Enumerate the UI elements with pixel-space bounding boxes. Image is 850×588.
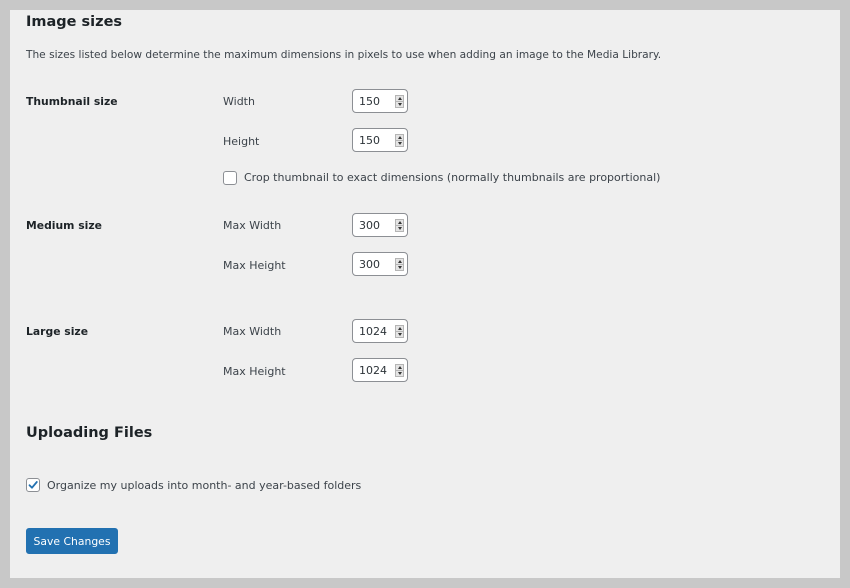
crop-thumbnail-label[interactable]: Crop thumbnail to exact dimensions (norm…: [244, 171, 660, 184]
thumbnail-width-input[interactable]: 150: [352, 89, 408, 113]
large-size-label: Large size: [26, 325, 89, 338]
spinner-icon[interactable]: [395, 134, 404, 147]
spinner-icon[interactable]: [395, 325, 404, 338]
thumbnail-height-input[interactable]: 150: [352, 128, 408, 152]
organize-uploads-label[interactable]: Organize my uploads into month- and year…: [47, 479, 361, 492]
medium-height-input[interactable]: 300: [352, 252, 408, 276]
spinner-icon[interactable]: [395, 219, 404, 232]
thumbnail-width-value: 150: [359, 95, 380, 108]
settings-panel: Image sizes The sizes listed below deter…: [10, 10, 840, 578]
large-height-input[interactable]: 1024: [352, 358, 408, 382]
large-width-value: 1024: [359, 325, 387, 338]
thumbnail-width-label: Width: [223, 95, 255, 108]
thumbnail-height-value: 150: [359, 134, 380, 147]
checkmark-icon: [28, 481, 38, 489]
medium-width-input[interactable]: 300: [352, 213, 408, 237]
spinner-icon[interactable]: [395, 364, 404, 377]
spinner-icon[interactable]: [395, 258, 404, 271]
medium-size-label: Medium size: [26, 219, 102, 232]
large-width-label: Max Width: [223, 325, 282, 338]
uploading-files-heading: Uploading Files: [26, 425, 153, 441]
large-width-input[interactable]: 1024: [352, 319, 408, 343]
spinner-icon[interactable]: [395, 95, 404, 108]
large-height-label: Max Height: [223, 365, 286, 378]
large-height-value: 1024: [359, 364, 387, 377]
image-sizes-description: The sizes listed below determine the max…: [26, 49, 662, 61]
medium-height-label: Max Height: [223, 259, 286, 272]
medium-height-value: 300: [359, 258, 380, 271]
thumbnail-size-label: Thumbnail size: [26, 95, 118, 108]
medium-width-value: 300: [359, 219, 380, 232]
crop-thumbnail-checkbox[interactable]: [223, 171, 237, 185]
save-changes-button[interactable]: Save Changes: [26, 528, 118, 554]
medium-width-label: Max Width: [223, 219, 282, 232]
thumbnail-height-label: Height: [223, 135, 260, 148]
organize-uploads-checkbox[interactable]: [26, 478, 40, 492]
image-sizes-heading: Image sizes: [26, 14, 123, 30]
